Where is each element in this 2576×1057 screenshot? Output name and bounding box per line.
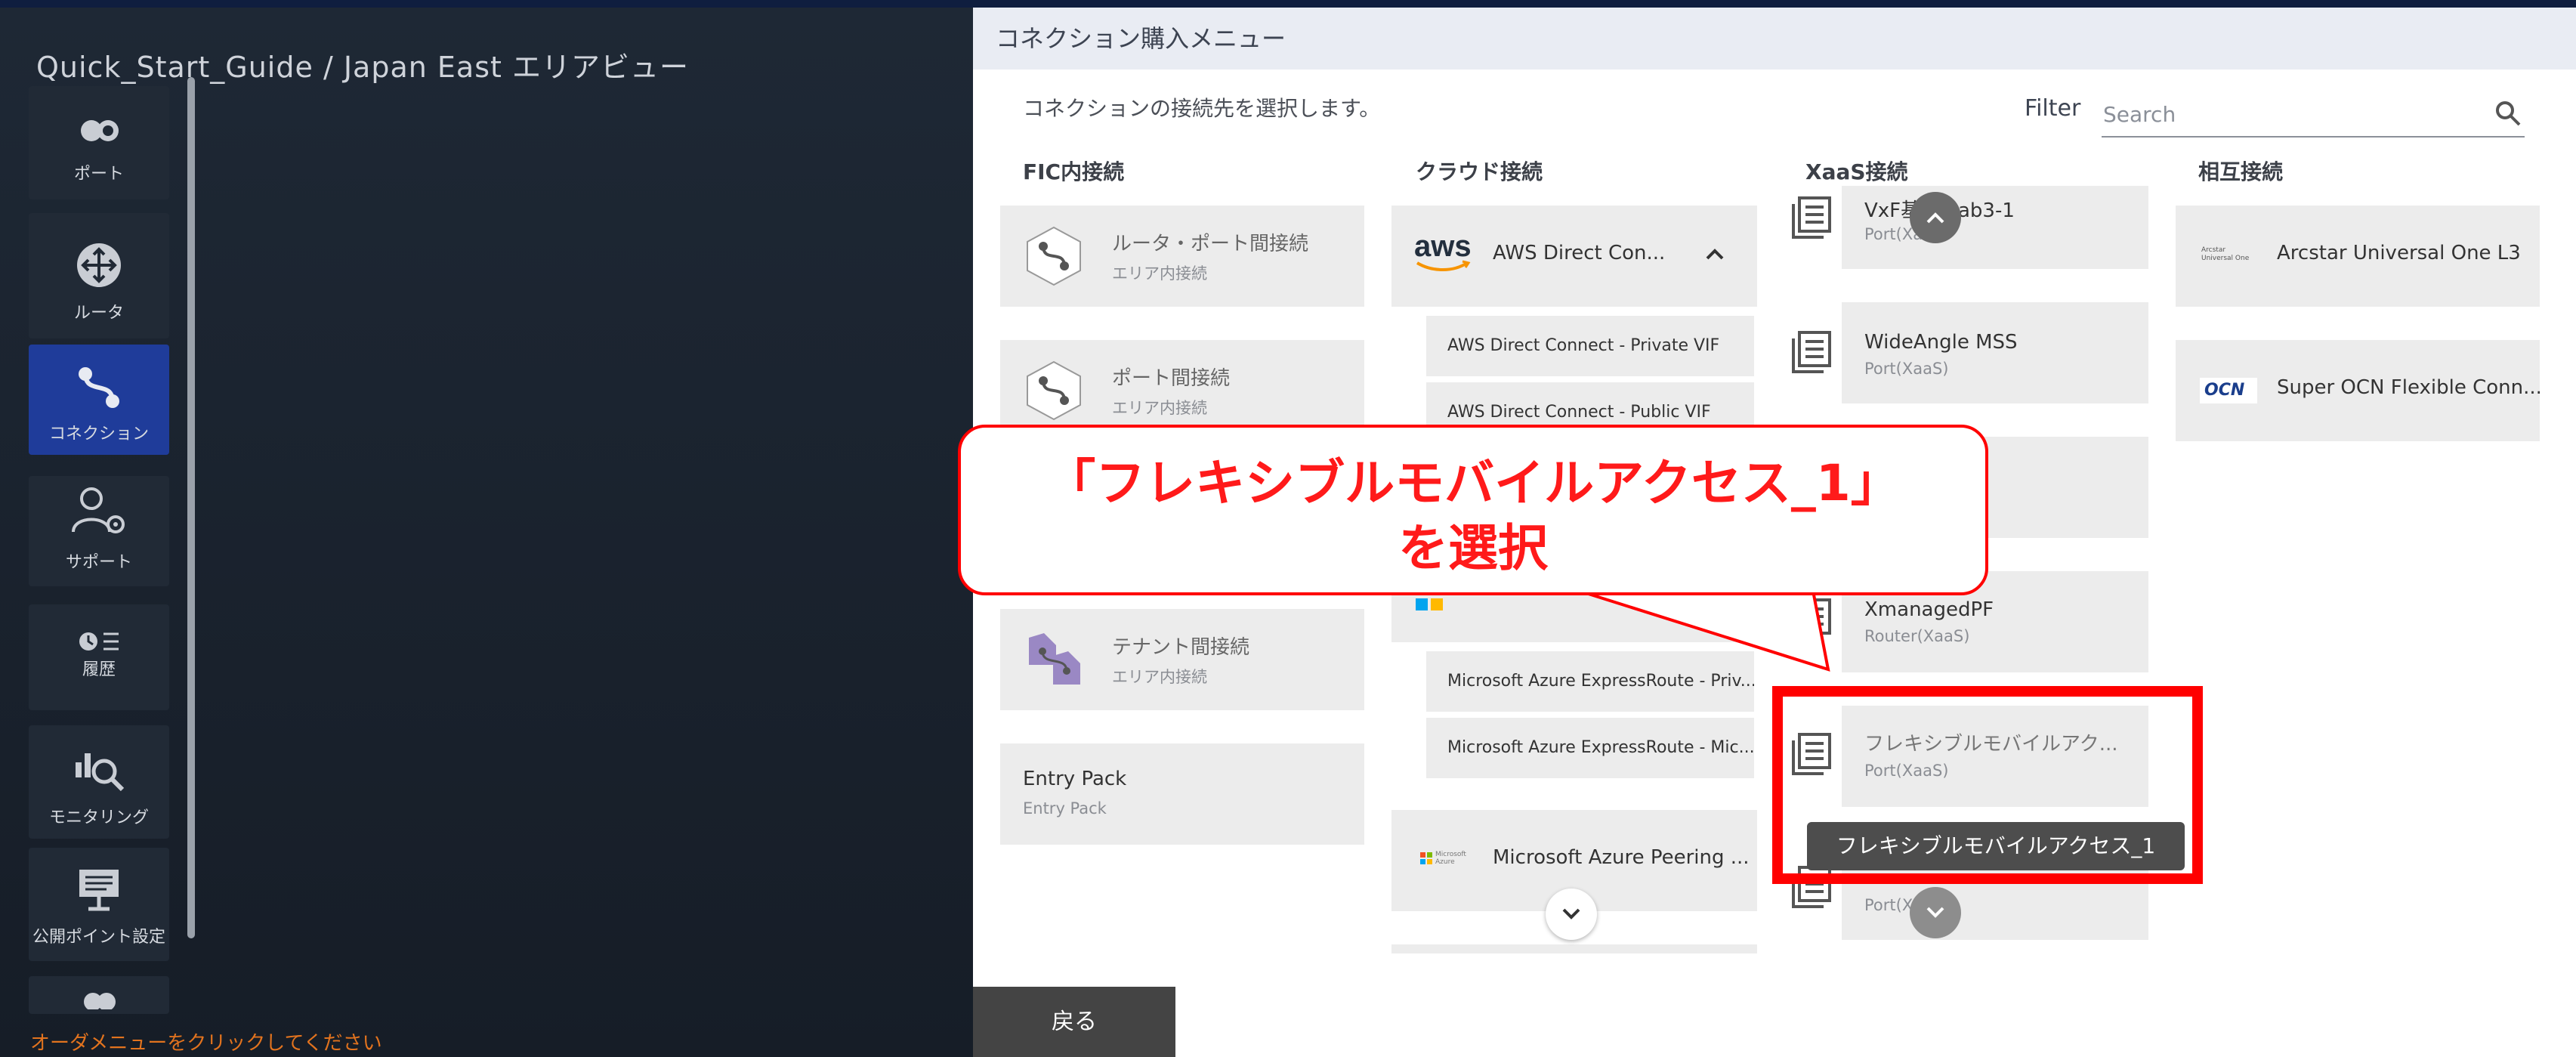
azure-expressroute-microsoft-item[interactable]: Microsoft Azure ExpressRoute - Mic... [1426, 718, 1754, 778]
card-subtitle: Entry Pack [1023, 799, 1107, 817]
connection-icon [1027, 226, 1081, 286]
nav-item-router[interactable]: ルータ [29, 213, 169, 338]
router-icon [29, 239, 169, 292]
microsoft-logo-icon [1420, 852, 1432, 864]
nav-label-connection: コネクション [48, 425, 149, 444]
nav-label-support: サポート [65, 553, 132, 572]
nav-item-connection[interactable]: コネクション [29, 345, 169, 455]
card-subtitle: Port(XaaS) [1864, 360, 1949, 378]
card-title: Entry Pack [1023, 768, 1127, 790]
card-title: Microsoft Azure Peering ... [1493, 846, 1750, 869]
search-box [2102, 91, 2525, 138]
nav-item-port[interactable]: ポート [29, 86, 169, 199]
aws-private-vif-item[interactable]: AWS Direct Connect - Private VIF [1426, 316, 1754, 376]
footer-hint: オーダメニューをクリックしてください [30, 1032, 382, 1055]
callout-box: 「フレキシブルモバイルアクセス_1」 を選択 [958, 425, 1988, 595]
azure-expressroute-private-item[interactable]: Microsoft Azure ExpressRoute - Priv... [1426, 651, 1754, 712]
column-header-mutual: 相互接続 [2198, 159, 2284, 184]
nav-item-more[interactable] [29, 976, 169, 1014]
nav-item-history[interactable]: 履歴 [29, 604, 169, 710]
support-icon [29, 485, 169, 538]
public-point-icon [29, 863, 169, 916]
card-subtitle: エリア内接続 [1112, 399, 1207, 417]
nav-label-router: ルータ [73, 304, 124, 323]
nav-label-public-point: 公開ポイント設定 [32, 928, 165, 947]
chevron-up-icon[interactable] [1704, 246, 1725, 261]
area-title: Quick_Start_Guide / Japan East エリアビュー [36, 51, 689, 84]
callout-line1: 「フレキシブルモバイルアクセス_1」 [1046, 454, 1901, 512]
nav-label-port: ポート [73, 165, 124, 184]
cloud-card-aws[interactable]: aws AWS Direct Con... [1391, 206, 1757, 307]
back-button[interactable]: 戻る [973, 987, 1175, 1057]
aws-logo: aws [1414, 231, 1472, 277]
nav-label-history: 履歴 [82, 660, 116, 679]
card-subtitle: エリア内接続 [1112, 668, 1207, 686]
search-icon[interactable] [2494, 100, 2522, 130]
chevron-down-icon [1562, 908, 1580, 919]
mutual-card-arcstar[interactable]: Arcstar Universal One Arcstar Universal … [2176, 206, 2540, 307]
card-title: テナント間接続 [1112, 636, 1250, 659]
list-icon [1792, 598, 1831, 641]
fic-card-router-port[interactable]: ルータ・ポート間接続 エリア内接続 [1000, 206, 1364, 307]
card-title: WideAngle MSS [1864, 331, 2018, 354]
mutual-card-super-ocn[interactable]: OCN Super OCN Flexible Conn... [2176, 340, 2540, 441]
card-title: ルータ・ポート間接続 [1112, 233, 1309, 255]
panel-title: コネクション購入メニュー [973, 8, 2576, 70]
top-strip [0, 0, 2576, 8]
azure-logo: Microsoft Azure [1420, 851, 1466, 866]
column-header-fic: FIC内接続 [1023, 159, 1125, 184]
tooltip: フレキシブルモバイルアクセス_1 [1807, 822, 2185, 870]
ocn-logo: OCN [2200, 378, 2257, 403]
port-icon [29, 104, 169, 157]
nav-item-monitoring[interactable]: モニタリング [29, 725, 169, 839]
area-view: Quick_Start_Guide / Japan East エリアビュー ポー… [0, 8, 973, 1057]
connection-icon [1027, 360, 1081, 421]
connection-icon [29, 361, 169, 414]
xaas-card-wideangle[interactable]: WideAngle MSS Port(XaaS) [1842, 302, 2148, 403]
chevron-up-icon [1926, 212, 1944, 224]
filter-label: Filter [2025, 95, 2081, 122]
card-title: ポート間接続 [1112, 367, 1231, 390]
card-title: Super OCN Flexible Conn... [2277, 376, 2540, 399]
column-header-cloud: クラウド接続 [1416, 159, 1543, 184]
card-title: AWS Direct Con... [1493, 242, 1666, 264]
list-icon [1792, 196, 1831, 239]
aws-smile-icon [1416, 260, 1471, 271]
xaas-scroll-down-button[interactable] [1910, 887, 1961, 938]
card-title: XmanagedPF [1864, 598, 1994, 621]
column-header-xaas: XaaS接続 [1805, 159, 1908, 184]
more-icon [29, 987, 169, 1009]
nav-item-public-point[interactable]: 公開ポイント設定 [29, 848, 169, 961]
nav-item-support[interactable]: サポート [29, 476, 169, 586]
nav-label-monitoring: モニタリング [48, 808, 149, 827]
callout-line2: を選択 [1398, 519, 1548, 577]
fic-card-tenant[interactable]: テナント間接続 エリア内接続 [1000, 609, 1364, 710]
chevron-down-icon [1926, 907, 1944, 918]
sidebar-scrollbar[interactable] [187, 77, 195, 938]
card-subtitle: エリア内接続 [1112, 264, 1207, 283]
panel-subtitle: コネクションの接続先を選択します。 [1023, 96, 1381, 121]
card-title: Arcstar Universal One L3 [2277, 242, 2521, 264]
tenant-connection-icon [1029, 633, 1080, 685]
search-input[interactable] [2102, 98, 2467, 130]
xaas-scroll-up-button[interactable] [1910, 192, 1961, 243]
list-icon [1792, 331, 1831, 373]
cloud-card-partial [1391, 944, 1757, 953]
xaas-card-vxf[interactable]: VxF基盤-Lab3-1 Port(XaaS) [1842, 186, 2148, 269]
monitoring-icon [29, 742, 169, 795]
fic-card-entry-pack[interactable]: Entry Pack Entry Pack [1000, 743, 1364, 845]
card-subtitle: Router(XaaS) [1864, 627, 1970, 645]
cloud-scroll-down-button[interactable] [1546, 889, 1597, 940]
arcstar-logo: Arcstar Universal One [2201, 246, 2250, 262]
